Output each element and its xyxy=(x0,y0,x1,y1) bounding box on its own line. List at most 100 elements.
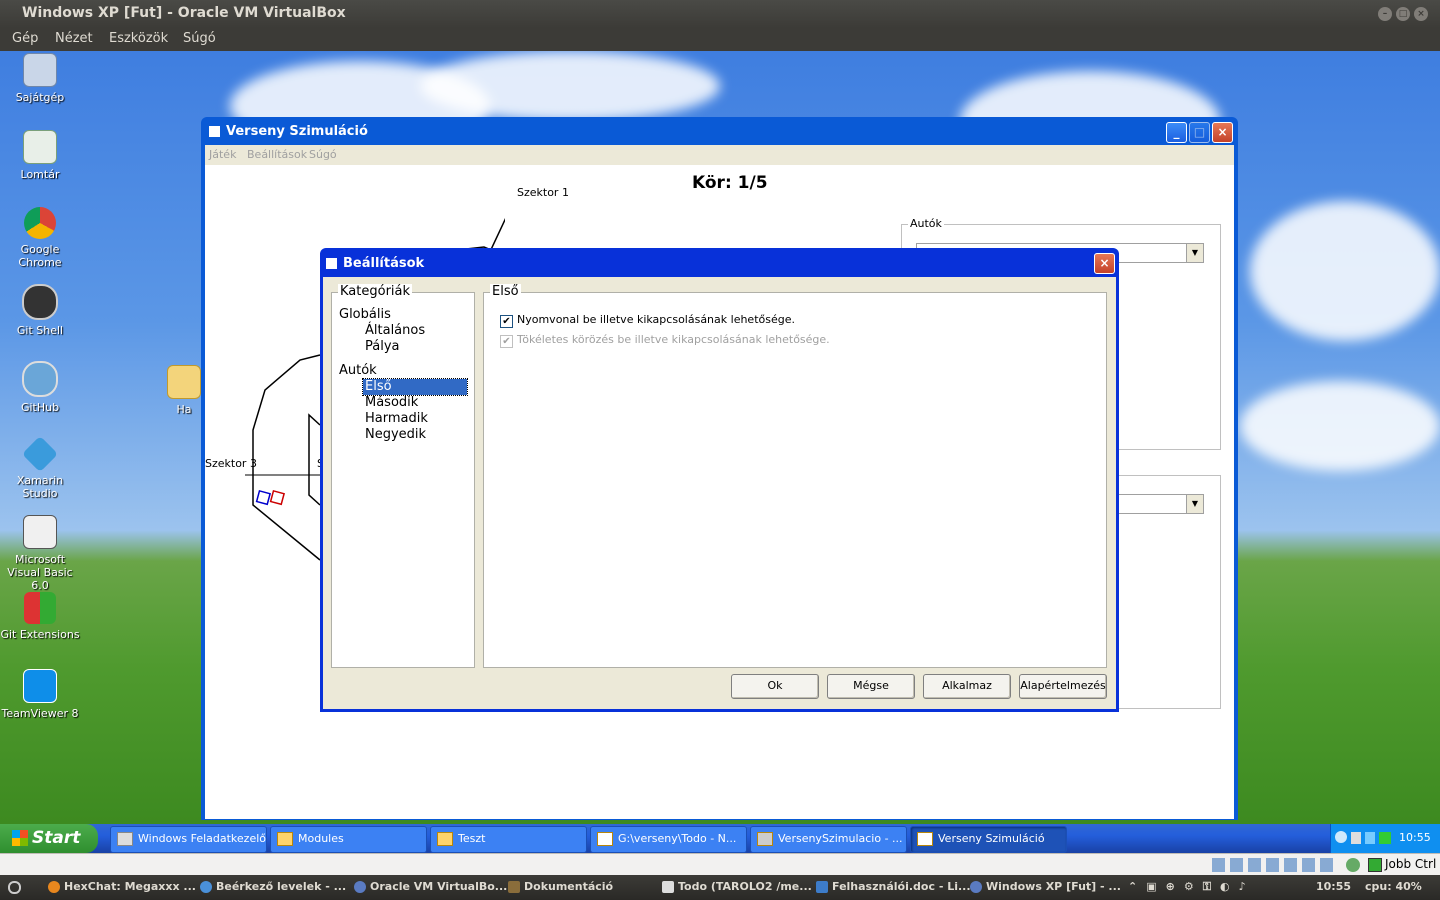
desktop-icon-github[interactable]: GitHub xyxy=(0,361,80,414)
hexchat-icon xyxy=(48,881,60,893)
xamarin-icon xyxy=(21,435,59,473)
tree-node-track[interactable]: Pálya xyxy=(339,339,469,355)
defaults-button[interactable]: Alapértelmezés xyxy=(1019,674,1107,699)
tree-node-car-3[interactable]: Harmadik xyxy=(339,411,469,427)
vbox-device-icons[interactable] xyxy=(1212,858,1337,872)
perfect-lap-checkbox[interactable]: ✔ xyxy=(500,335,513,348)
host-key-label: Jobb Ctrl xyxy=(1385,857,1437,871)
desktop-icon-git-extensions[interactable]: Git Extensions xyxy=(0,592,80,641)
app-menu-jatek[interactable]: Játék xyxy=(209,148,236,161)
host-menu-gep[interactable]: Gép xyxy=(12,31,38,46)
dialog-window-icon xyxy=(326,258,337,269)
trail-checkbox[interactable]: ✔ xyxy=(500,315,513,328)
dialog-close-button[interactable]: × xyxy=(1094,253,1115,274)
host-maximize-button[interactable]: □ xyxy=(1396,7,1410,21)
host-menu-nezet[interactable]: Nézet xyxy=(55,31,93,46)
taskbar-teszt[interactable]: Teszt xyxy=(430,826,587,853)
vb6-icon xyxy=(23,515,57,549)
chevron-down-icon: ▼ xyxy=(1186,244,1203,262)
host-minimize-button[interactable]: – xyxy=(1378,7,1392,21)
chevron-down-icon: ▼ xyxy=(1186,495,1203,513)
app-close-button[interactable]: × xyxy=(1212,122,1233,143)
settings-dialog: Beállítások × Kategóriák Globális Általá… xyxy=(320,248,1119,712)
apply-button[interactable]: Alkalmaz xyxy=(923,674,1011,699)
notepad-icon xyxy=(597,832,613,846)
github-icon xyxy=(22,361,58,397)
start-button[interactable]: Start xyxy=(0,824,98,853)
host-menu-sugo[interactable]: Súgó xyxy=(183,31,216,46)
cancel-button[interactable]: Mégse xyxy=(827,674,915,699)
writer-icon xyxy=(816,881,828,893)
host-menubar: Gép Nézet Eszközök Súgó xyxy=(0,28,1440,51)
race-app-title: Verseny Szimuláció xyxy=(226,124,368,139)
virtualbox-icon xyxy=(970,881,982,893)
panel-task-writer[interactable]: Felhasználói.doc - Li... xyxy=(816,875,971,900)
desktop-icon-chrome[interactable]: Google Chrome xyxy=(0,207,80,269)
tree-node-car-2[interactable]: Második xyxy=(339,395,469,411)
desktop-icon-git-shell[interactable]: Git Shell xyxy=(0,284,80,337)
panel-task-docs[interactable]: Dokumentáció xyxy=(508,875,648,900)
vbox-keyboard-icon xyxy=(1368,858,1382,872)
race-app-menubar: Játék Beállítások Súgó xyxy=(205,145,1234,165)
panel-cpu: cpu: 40% xyxy=(1365,880,1422,893)
host-titlebar: Windows XP [Fut] - Oracle VM VirtualBox … xyxy=(0,0,1440,28)
panel-task-mail[interactable]: Beérkező levelek - ... xyxy=(200,875,346,900)
host-close-button[interactable]: × xyxy=(1414,7,1428,21)
xp-taskbar: Start Windows Feladatkezelő Modules Tesz… xyxy=(0,824,1440,853)
app-menu-beallitasok[interactable]: Beállítások xyxy=(247,148,307,161)
perfect-lap-checkbox-label: Tökéletes körözés be illetve kikapcsolás… xyxy=(517,333,830,346)
desktop-icon-recycle-bin[interactable]: Lomtár xyxy=(0,130,80,181)
settings-dialog-body: Kategóriák Globális Általános Pálya Autó… xyxy=(323,277,1116,709)
taskbar-modules[interactable]: Modules xyxy=(270,826,427,853)
tree-node-global[interactable]: Globális xyxy=(339,307,469,323)
xp-system-tray: 10:55 xyxy=(1330,824,1440,853)
panel-clock: 10:55 xyxy=(1316,880,1352,893)
sector-3-label: Szektor 3 xyxy=(205,457,257,470)
tree-node-general[interactable]: Általános xyxy=(339,323,469,339)
panel-indicators[interactable]: ⌃▣⊕⚙⚿◐♪ xyxy=(1128,875,1308,900)
taskbar-todo-notepad[interactable]: G:\verseny\Todo - N... xyxy=(590,826,747,853)
desktop-icon-my-computer[interactable]: Sajátgép xyxy=(0,53,80,104)
category-tree: Globális Általános Pálya Autók Első Máso… xyxy=(339,307,469,443)
ok-button[interactable]: Ok xyxy=(731,674,819,699)
app-menu-sugo[interactable]: Súgó xyxy=(309,148,337,161)
taskbar-versenyszimulacio-vb[interactable]: VersenySzimulacio - ... xyxy=(750,826,907,853)
panel-task-hexchat[interactable]: HexChat: Megaxxx ... xyxy=(48,875,196,900)
race-app-titlebar: Verseny Szimuláció xyxy=(205,120,368,144)
sector-1-label: Szektor 1 xyxy=(517,186,569,199)
virtualbox-icon xyxy=(354,881,366,893)
folder-icon xyxy=(167,365,201,399)
desktop-icon-vb6[interactable]: Microsoft Visual Basic 6.0 xyxy=(0,515,80,592)
folder-icon xyxy=(508,881,520,893)
app-maximize-button[interactable]: □ xyxy=(1189,122,1210,143)
teamviewer-icon xyxy=(23,669,57,703)
panel-task-todo[interactable]: Todo (TAROLO2 /me... xyxy=(662,875,812,900)
taskbar-task-manager[interactable]: Windows Feladatkezelő xyxy=(110,826,267,853)
my-computer-icon xyxy=(23,53,57,87)
tree-node-car-4[interactable]: Negyedik xyxy=(339,427,469,443)
show-desktop-icon[interactable] xyxy=(8,875,25,900)
tree-node-car-1[interactable]: Első xyxy=(362,378,468,396)
tray-expand-icon[interactable] xyxy=(1335,831,1347,843)
task-manager-icon xyxy=(117,832,133,846)
panel-task-virtualbox[interactable]: Oracle VM VirtualBo... xyxy=(354,875,507,900)
tree-node-cars[interactable]: Autók xyxy=(339,363,469,379)
desktop-icon-xamarin[interactable]: Xamarin Studio xyxy=(0,435,80,500)
git-extensions-icon xyxy=(24,592,56,624)
start-label: Start xyxy=(32,828,81,848)
vb6-icon xyxy=(757,832,773,846)
trail-checkbox-label: Nyomvonal be illetve kikapcsolásának leh… xyxy=(517,313,795,326)
host-menu-eszkozok[interactable]: Eszközök xyxy=(109,31,168,46)
panel-task-winxp[interactable]: Windows XP [Fut] - ... xyxy=(970,875,1121,900)
editor-icon xyxy=(662,881,674,893)
ubuntu-panel: HexChat: Megaxxx ... Beérkező levelek - … xyxy=(0,875,1440,900)
app-window-icon xyxy=(917,832,933,846)
lap-counter: Kör: 1/5 xyxy=(692,173,768,193)
app-minimize-button[interactable]: _ xyxy=(1166,122,1187,143)
vbox-statusbar: Jobb Ctrl xyxy=(0,853,1440,876)
folder-icon xyxy=(437,832,453,846)
desktop-icon-teamviewer[interactable]: TeamViewer 8 xyxy=(0,669,80,720)
tray-icons[interactable] xyxy=(1351,832,1391,844)
chrome-icon xyxy=(24,207,56,239)
taskbar-verseny-szimulacio[interactable]: Verseny Szimuláció xyxy=(910,826,1067,853)
